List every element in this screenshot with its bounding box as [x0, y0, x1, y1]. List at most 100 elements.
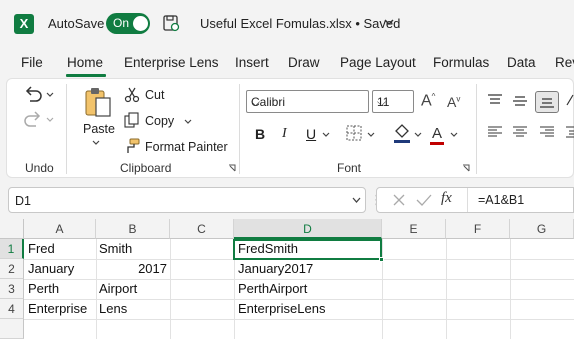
insert-function-icon[interactable]: fx	[441, 190, 452, 207]
chevron-down-icon: ⌵	[251, 95, 261, 109]
align-top-icon[interactable]	[488, 94, 502, 106]
decrease-font-size-icon[interactable]: Av	[447, 94, 460, 110]
column-header-f[interactable]: F	[446, 219, 510, 239]
toggle-knob	[133, 16, 148, 31]
redo-dropdown-icon[interactable]	[46, 117, 54, 123]
copy-icon[interactable]	[124, 112, 140, 128]
group-label-clipboard: Clipboard	[120, 161, 172, 175]
borders-icon[interactable]	[345, 124, 363, 142]
select-all-button[interactable]	[0, 219, 24, 239]
align-left-icon[interactable]	[488, 126, 502, 138]
toggle-label: On	[113, 16, 130, 30]
group-label-font: Font	[337, 161, 362, 175]
cell-b2[interactable]: 2017	[96, 259, 169, 279]
column-header-d[interactable]: D	[234, 219, 382, 239]
align-right-icon[interactable]	[540, 126, 554, 138]
dialog-launcher-icon[interactable]	[462, 164, 470, 172]
enter-check-icon[interactable]	[416, 193, 432, 207]
font-color-icon[interactable]: A	[432, 125, 442, 142]
fill-handle[interactable]	[379, 257, 384, 262]
tab-file[interactable]: File	[21, 55, 43, 70]
italic-button[interactable]: I	[282, 126, 287, 142]
cell-a4[interactable]: Enterprise	[28, 299, 87, 319]
document-title[interactable]: Useful Excel Fomulas.xlsx • Saved	[200, 16, 400, 31]
gridline	[446, 239, 447, 339]
font-color-swatch	[430, 142, 444, 145]
column-header-g[interactable]: G	[510, 219, 574, 239]
paste-icon[interactable]	[83, 86, 113, 120]
row-header-2[interactable]: 2	[0, 259, 24, 279]
underline-button[interactable]: U	[306, 126, 316, 142]
cell-d3[interactable]: PerthAirport	[238, 279, 307, 299]
gridline	[510, 239, 511, 339]
tab-insert[interactable]: Insert	[235, 55, 269, 70]
borders-dropdown-icon[interactable]	[367, 132, 375, 138]
tab-home[interactable]: Home	[67, 55, 103, 70]
cell-b3[interactable]: Airport	[99, 279, 137, 299]
copy-dropdown-icon[interactable]	[184, 119, 192, 125]
row-header-3[interactable]: 3	[0, 279, 24, 299]
autosave-label: AutoSave	[48, 16, 105, 31]
gridline	[96, 239, 97, 339]
cell-a3[interactable]: Perth	[28, 279, 59, 299]
name-box[interactable]: D1	[8, 187, 366, 213]
separator	[467, 188, 468, 212]
cut-button[interactable]: Cut	[145, 88, 164, 102]
align-middle-icon[interactable]	[513, 95, 527, 107]
cell-b4[interactable]: Lens	[99, 299, 127, 319]
chevron-down-icon[interactable]	[384, 17, 394, 27]
chevron-down-icon: ⌵	[377, 95, 387, 109]
cell-d2[interactable]: January2017	[238, 259, 313, 279]
active-tab-indicator	[66, 74, 106, 77]
increase-font-size-icon[interactable]: A^	[421, 92, 435, 110]
font-size-select[interactable]: 11 ⌵	[372, 90, 414, 113]
active-cell-border	[233, 239, 382, 260]
row-header-4[interactable]: 4	[0, 299, 24, 319]
tab-formulas[interactable]: Formulas	[433, 55, 489, 70]
font-name-select[interactable]: Calibri ⌵	[246, 90, 369, 113]
fill-color-icon[interactable]	[392, 122, 412, 144]
gridline	[170, 239, 171, 339]
format-painter-button[interactable]: Format Painter	[145, 140, 228, 154]
format-painter-icon[interactable]	[124, 138, 140, 154]
align-bottom-icon	[540, 98, 554, 108]
scissors-icon[interactable]	[124, 87, 140, 103]
column-header-e[interactable]: E	[382, 219, 446, 239]
fill-color-dropdown-icon[interactable]	[414, 132, 422, 138]
column-header-a[interactable]: A	[24, 219, 96, 239]
cell-a1[interactable]: Fred	[28, 239, 55, 259]
cell-d4[interactable]: EnterpriseLens	[238, 299, 325, 319]
undo-dropdown-icon[interactable]	[46, 92, 54, 98]
cell-b1[interactable]: Smith	[99, 239, 132, 259]
paste-dropdown-icon[interactable]	[92, 140, 100, 146]
font-color-dropdown-icon[interactable]	[450, 132, 458, 138]
tab-review[interactable]: Rev	[555, 55, 574, 70]
dialog-launcher-icon[interactable]	[228, 164, 236, 172]
save-sync-icon[interactable]	[162, 14, 180, 32]
column-header-b[interactable]: B	[96, 219, 170, 239]
cancel-icon[interactable]	[392, 193, 406, 207]
column-header-c[interactable]: C	[170, 219, 234, 239]
excel-logo-icon: X	[14, 14, 34, 34]
row-header-1[interactable]: 1	[0, 239, 24, 259]
separator	[66, 84, 67, 174]
autosave-toggle[interactable]: On	[106, 13, 150, 34]
tab-enterprise-lens[interactable]: Enterprise Lens	[124, 55, 219, 70]
cell-a2[interactable]: January	[28, 259, 74, 279]
bold-button[interactable]: B	[255, 126, 265, 142]
undo-icon[interactable]	[22, 86, 44, 104]
orientation-icon[interactable]	[566, 94, 574, 106]
indent-icon[interactable]	[566, 126, 574, 138]
align-center-icon[interactable]	[513, 126, 527, 138]
copy-button[interactable]: Copy	[145, 114, 174, 128]
underline-dropdown-icon[interactable]	[322, 132, 330, 138]
tab-draw[interactable]: Draw	[288, 55, 320, 70]
tab-data[interactable]: Data	[507, 55, 536, 70]
redo-icon[interactable]	[22, 111, 44, 129]
row-header-5[interactable]	[0, 319, 24, 339]
gridline	[382, 239, 383, 339]
formula-text[interactable]: =A1&B1	[478, 193, 524, 207]
tab-page-layout[interactable]: Page Layout	[340, 55, 416, 70]
paste-button-label[interactable]: Paste	[83, 122, 115, 136]
chevron-down-icon[interactable]	[352, 197, 361, 204]
